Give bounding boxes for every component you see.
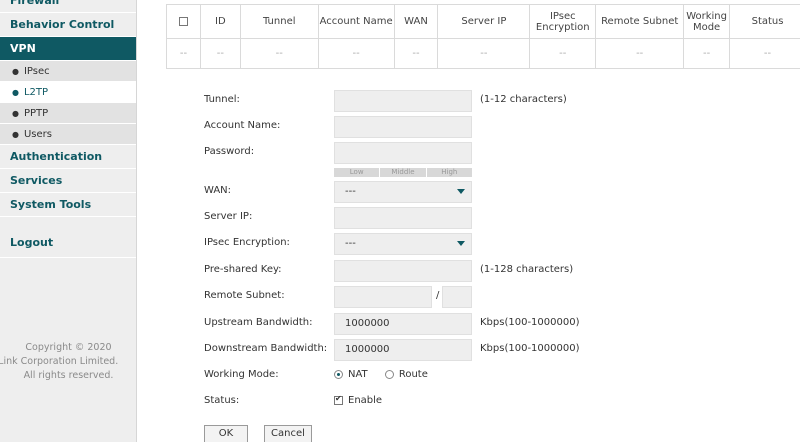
downstream-input[interactable]: 1000000 — [334, 339, 472, 361]
column-header-account-name: Account Name — [317, 4, 395, 39]
column-header-remote-subnet: Remote Subnet — [595, 4, 685, 39]
ipsec-encryption-select-value: --- — [345, 238, 356, 249]
table-row: -- -- -- -- -- -- -- -- -- -- — [166, 38, 800, 69]
copyright-line: -Link Corporation Limited. — [0, 356, 119, 367]
bullet-icon: ● — [12, 67, 19, 76]
enable-checkbox[interactable]: Enable — [334, 394, 383, 406]
ipsec-encryption-select[interactable]: --- — [334, 233, 472, 255]
column-header-tunnel: Tunnel — [239, 4, 319, 39]
server-ip-label: Server IP: — [204, 211, 253, 222]
copyright-line: Copyright © 2020 — [25, 342, 112, 353]
column-header-wan: WAN — [393, 4, 439, 39]
working-mode-options: NAT Route — [334, 369, 428, 380]
working-mode-label: Working Mode: — [204, 369, 279, 380]
sidebar-subitem-label: IPsec — [23, 66, 50, 77]
main-content: ID Tunnel Account Name WAN Server IP IPs… — [166, 0, 800, 442]
password-label: Password: — [204, 146, 255, 157]
password-input[interactable] — [334, 142, 472, 164]
ipsec-encryption-label: IPsec Encryption: — [204, 237, 290, 248]
sidebar-subitem-pptp[interactable]: ● PPTP — [0, 103, 136, 124]
sidebar-subitem-label: Users — [23, 129, 52, 140]
sidebar-subitem-ipsec[interactable]: ● IPsec — [0, 61, 136, 82]
chevron-down-icon — [457, 189, 465, 194]
sidebar-subitem-users[interactable]: ● Users — [0, 124, 136, 145]
sidebar-item-firewall[interactable]: Firewall — [0, 0, 136, 13]
table-header-row: ID Tunnel Account Name WAN Server IP IPs… — [166, 4, 800, 39]
bullet-icon: ● — [12, 109, 19, 118]
password-strength-meter: Low Middle High — [334, 168, 472, 177]
copyright-line: All rights reserved. — [23, 370, 114, 381]
table-cell: -- — [166, 38, 201, 69]
table-cell: -- — [393, 38, 439, 69]
radio-route[interactable]: Route — [384, 369, 428, 380]
select-all-cell[interactable] — [166, 4, 201, 39]
tunnel-table: ID Tunnel Account Name WAN Server IP IPs… — [166, 4, 800, 69]
copyright-notice: Copyright © 2020 -Link Corporation Limit… — [0, 341, 137, 383]
psk-input[interactable] — [334, 260, 472, 282]
remote-subnet-mask-input[interactable] — [442, 286, 472, 308]
enable-checkbox-label: Enable — [348, 395, 383, 406]
cancel-button[interactable]: Cancel — [264, 425, 312, 442]
remote-subnet-separator: / — [436, 290, 440, 301]
column-header-status: Status — [729, 4, 800, 39]
radio-selected-icon — [334, 369, 343, 379]
table-cell: -- — [199, 38, 241, 69]
radio-nat[interactable]: NAT — [334, 369, 368, 380]
sidebar-item-vpn[interactable]: VPN — [0, 37, 136, 61]
bullet-icon: ● — [12, 88, 19, 97]
table-cell: -- — [437, 38, 531, 69]
sidebar-item-system-tools[interactable]: System Tools — [0, 193, 136, 217]
select-all-checkbox[interactable] — [178, 16, 188, 26]
ok-button[interactable]: OK — [204, 425, 248, 442]
sidebar-item-services[interactable]: Services — [0, 169, 136, 193]
server-ip-input[interactable] — [334, 207, 472, 229]
strength-middle: Middle — [380, 168, 426, 177]
bullet-icon: ● — [12, 130, 19, 139]
status-label: Status: — [204, 395, 240, 406]
radio-nat-label: NAT — [348, 369, 368, 380]
account-name-label: Account Name: — [204, 120, 281, 131]
table-cell: -- — [595, 38, 685, 69]
sidebar: Firewall Behavior Control VPN ● IPsec ● L2… — [0, 0, 137, 442]
psk-hint: (1-128 characters) — [480, 264, 574, 275]
sidebar-subitem-label: PPTP — [23, 108, 49, 119]
table-cell: -- — [317, 38, 395, 69]
table-cell: -- — [729, 38, 800, 69]
column-header-id: ID — [199, 4, 241, 39]
radio-route-label: Route — [398, 369, 428, 380]
sidebar-subitem-l2tp[interactable]: ● L2TP — [0, 82, 136, 103]
sidebar-item-authentication[interactable]: Authentication — [0, 145, 136, 169]
strength-low: Low — [334, 168, 380, 177]
sidebar-subitem-label: L2TP — [23, 87, 49, 98]
tunnel-input[interactable] — [334, 90, 472, 112]
account-name-input[interactable] — [334, 116, 472, 138]
psk-label: Pre-shared Key: — [204, 264, 282, 275]
tunnel-hint: (1-12 characters) — [480, 94, 567, 105]
radio-unselected-icon — [384, 369, 394, 379]
downstream-label: Downstream Bandwidth: — [204, 343, 328, 354]
tunnel-label: Tunnel: — [204, 94, 240, 105]
column-header-working-mode: Working Mode — [683, 4, 731, 39]
column-header-server-ip: Server IP — [437, 4, 531, 39]
wan-select-value: --- — [345, 186, 356, 197]
wan-select[interactable]: --- — [334, 181, 472, 203]
wan-label: WAN: — [204, 185, 232, 196]
upstream-hint: Kbps(100-1000000) — [480, 317, 580, 328]
upstream-label: Upstream Bandwidth: — [204, 317, 313, 328]
table-cell: -- — [529, 38, 597, 69]
chevron-down-icon — [457, 241, 465, 246]
table-cell: -- — [683, 38, 731, 69]
table-cell: -- — [239, 38, 319, 69]
remote-subnet-label: Remote Subnet: — [204, 290, 285, 301]
upstream-input[interactable]: 1000000 — [334, 313, 472, 335]
column-header-ipsec-encryption: IPsec Encryption — [529, 4, 597, 39]
strength-high: High — [426, 168, 472, 177]
remote-subnet-ip-input[interactable] — [334, 286, 432, 308]
downstream-hint: Kbps(100-1000000) — [480, 343, 580, 354]
sidebar-item-logout[interactable]: Logout — [0, 231, 136, 258]
sidebar-item-behavior-control[interactable]: Behavior Control — [0, 13, 136, 37]
checkbox-checked-icon — [334, 394, 343, 405]
